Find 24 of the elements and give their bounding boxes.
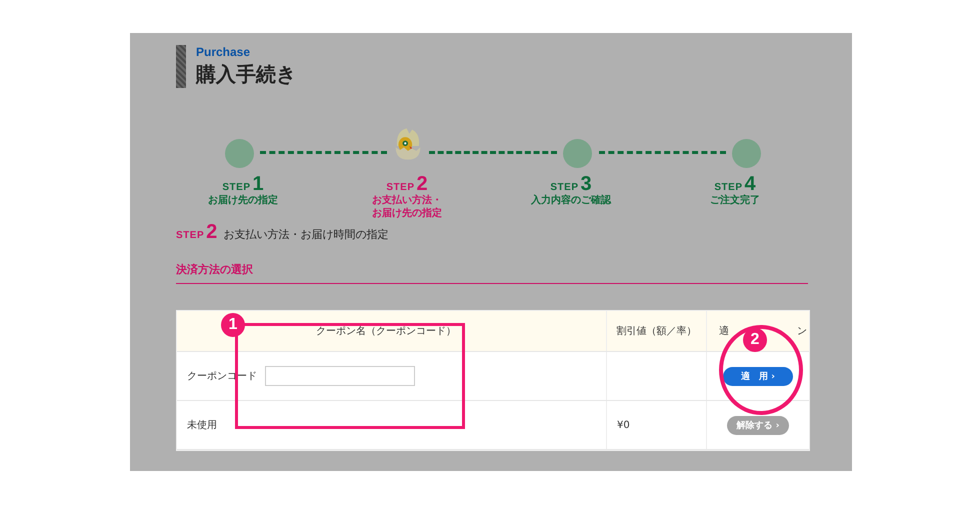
page-title: 購入手続き: [196, 61, 296, 88]
step-title: お支払い方法・お届け時間の指定: [223, 227, 388, 242]
column-header: 割引値（額／率）: [607, 311, 707, 351]
step-label: STEP 2: [176, 222, 218, 242]
column-header: 適: [719, 324, 729, 338]
step-label: STEP 2: [386, 174, 428, 194]
step-caption: お届け先の指定: [208, 194, 278, 207]
apply-button[interactable]: 適 用 ›: [723, 366, 793, 386]
table-cell-text: 未使用: [187, 418, 217, 432]
heading-bar: [176, 45, 186, 88]
step-caption: ご注文完了: [710, 194, 760, 207]
step-label: STEP 1: [222, 174, 264, 194]
release-button[interactable]: 解除する ›: [726, 416, 790, 434]
eyebrow-text: Purchase: [196, 45, 252, 59]
step-caption: お支払い方法・: [372, 194, 442, 207]
step-label: STEP 3: [550, 174, 592, 194]
step-label: STEP 4: [714, 174, 756, 194]
section-title: 決済方法の選択: [176, 262, 808, 284]
column-header: ン: [797, 325, 807, 338]
step-caption: お届け先の指定: [372, 207, 442, 220]
coupon-code-field[interactable]: [265, 366, 415, 386]
table-cell: ¥0: [617, 420, 630, 430]
table-cell-text: クーポンコード: [187, 370, 257, 383]
step-caption: 入力内容のご確認: [531, 194, 611, 207]
